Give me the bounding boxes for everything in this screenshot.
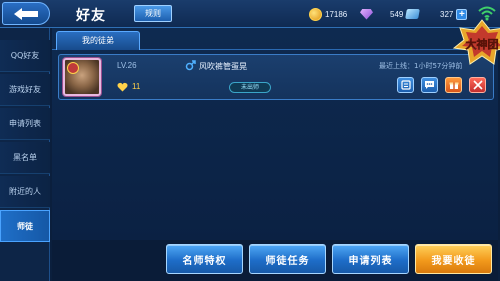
- coin-count: 17186: [325, 9, 348, 19]
- crossed-swords-icon: [472, 80, 483, 90]
- back-button[interactable]: [2, 2, 50, 25]
- recruit-disciple-button[interactable]: 我要收徒: [415, 244, 492, 274]
- master-privileges-button[interactable]: 名师特权: [166, 244, 243, 274]
- sidebar-item-mentorship[interactable]: 师徒: [0, 210, 50, 242]
- main-panel: 我的徒弟 LV.26 风吹裤管蛋晃 最近上线：1小时57分钟前 11 未出师 大…: [52, 19, 500, 240]
- mentorship-tasks-button[interactable]: 师徒任务: [249, 244, 326, 274]
- sidebar-item-qq-friends[interactable]: QQ好友: [0, 40, 50, 72]
- profile-card-icon: [400, 80, 411, 90]
- sidebar-item-game-friends[interactable]: 游戏好友: [0, 74, 50, 106]
- diamond-icon: [360, 8, 373, 20]
- sidebar-item-nearby[interactable]: 附近的人: [0, 176, 50, 208]
- bottom-action-bar: 名师特权 师徒任务 申请列表 我要收徒: [52, 240, 498, 281]
- coin-icon: [309, 7, 322, 21]
- gift-box-icon: [449, 82, 458, 89]
- player-nickname: 风吹裤管蛋晃: [199, 62, 247, 71]
- sidebar-item-blacklist[interactable]: 黑名单: [0, 142, 50, 174]
- status-badge: 未出师: [229, 82, 271, 93]
- disciple-row[interactable]: LV.26 风吹裤管蛋晃 最近上线：1小时57分钟前 11 未出师: [58, 54, 494, 100]
- gem-count-wrap: 549: [390, 7, 421, 21]
- send-gift-button[interactable]: [445, 77, 462, 93]
- gem-balance: [360, 7, 373, 21]
- sidebar: QQ好友 游戏好友 申请列表 黑名单 附近的人 师徒: [0, 28, 50, 281]
- intimacy-heart-icon: [117, 82, 128, 92]
- sidebar-item-requests[interactable]: 申请列表: [0, 108, 50, 140]
- male-gender-icon: [185, 60, 196, 71]
- avatar-frame-badge-icon: [67, 62, 79, 74]
- view-profile-button[interactable]: [397, 77, 414, 93]
- rules-button[interactable]: 规则: [134, 5, 172, 22]
- chat-bubble-icon: [425, 81, 434, 89]
- top-bar: 好友 规则 17186 549 327 +: [0, 0, 500, 28]
- event-emblem-logo[interactable]: 大神团: [450, 18, 500, 68]
- event-logo-text: 大神团: [466, 37, 499, 51]
- application-list-button[interactable]: 申请列表: [332, 244, 409, 274]
- challenge-button[interactable]: [469, 77, 486, 93]
- chat-button[interactable]: [421, 77, 438, 93]
- tab-bar: 我的徒弟: [52, 28, 498, 50]
- intimacy-value: 11: [132, 82, 141, 91]
- back-arrow-icon: [14, 7, 38, 20]
- page-title: 好友: [76, 8, 106, 24]
- tab-my-disciples[interactable]: 我的徒弟: [56, 31, 140, 50]
- gem-count: 549: [390, 9, 404, 19]
- coin-balance: 17186: [309, 7, 347, 21]
- player-level: LV.26: [117, 61, 137, 70]
- avatar[interactable]: [63, 58, 101, 96]
- coupon-icon: [405, 9, 421, 19]
